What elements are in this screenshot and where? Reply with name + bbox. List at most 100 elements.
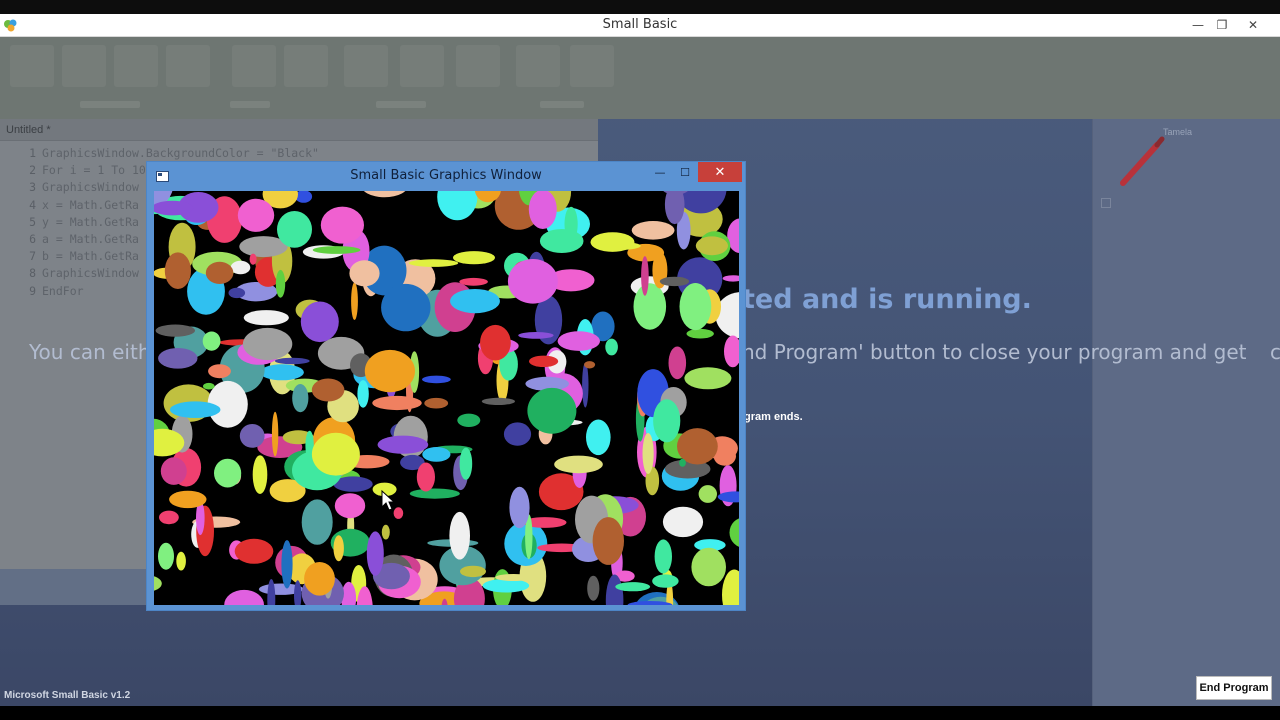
ribbon-group-label [230,101,270,108]
graduate-icon[interactable] [516,45,560,87]
restore-button[interactable]: ❐ [1210,14,1234,36]
drawn-ellipse [481,397,515,405]
drawn-ellipse [208,364,231,379]
drawn-ellipse [528,191,557,229]
drawn-ellipse [234,538,274,564]
drawn-ellipse [453,251,495,265]
drawn-ellipse [249,253,257,265]
drawn-ellipse [662,506,704,538]
graphics-window-title-bar[interactable]: Small Basic Graphics Window — ☐ ✕ [147,162,745,190]
paste-icon[interactable] [456,45,500,87]
drawn-ellipse [275,269,286,298]
drawn-ellipse [729,518,739,547]
editor-tab-label: Untitled * [6,124,51,136]
drawn-ellipse [509,486,530,529]
drawn-ellipse [230,260,251,275]
drawn-ellipse [301,499,333,545]
close-button[interactable]: ✕ [1241,14,1265,36]
drawn-ellipse [228,287,246,299]
drawn-ellipse [363,191,406,198]
new-icon[interactable] [10,45,54,87]
drawn-ellipse [320,206,364,244]
ribbon-group-label [540,101,584,108]
drawn-ellipse [181,232,192,256]
save-icon[interactable] [114,45,158,87]
drawn-ellipse [654,539,672,574]
copy-icon[interactable] [400,45,444,87]
minimize-button[interactable]: — [1186,14,1210,36]
drawn-ellipse [239,424,265,448]
drawn-ellipse [495,574,532,581]
running-message-edge: c [1270,340,1280,364]
import-icon[interactable] [232,45,276,87]
graphics-window[interactable]: Small Basic Graphics Window — ☐ ✕ [146,161,746,611]
drawn-ellipse [527,387,577,434]
drawn-ellipse [422,375,451,384]
drawn-ellipse [590,232,635,252]
run-icon[interactable] [570,45,614,87]
drawn-ellipse [503,422,532,446]
graphics-minimize-button[interactable]: — [648,162,672,182]
drawn-ellipse [684,367,732,390]
end-program-button[interactable]: End Program [1196,676,1272,700]
save-as-icon[interactable] [166,45,210,87]
drawn-ellipse [507,259,558,304]
drawn-ellipse [679,283,712,331]
drawn-ellipse [642,433,654,474]
code-text: GraphicsWindow [42,266,139,281]
drawn-ellipse [170,401,221,418]
drawn-ellipse [202,331,221,351]
line-number: 2 [29,163,36,178]
drawn-ellipse [242,327,293,361]
drawn-ellipse [449,511,471,560]
bottom-strip [0,706,1280,720]
drawn-ellipse [169,490,207,509]
cut-icon[interactable] [344,45,388,87]
drawn-ellipse [695,236,729,256]
editor-tab[interactable]: Untitled * [0,119,598,141]
ellipse-drawing [154,191,739,605]
drawn-ellipse [252,455,268,494]
drawn-ellipse [176,551,186,571]
drawn-ellipse [615,582,651,592]
drawn-ellipse [311,378,345,402]
drawn-ellipse [722,569,739,605]
pencil-icon [1120,136,1165,186]
drawn-ellipse [409,488,460,499]
drawn-ellipse [480,324,511,361]
drawn-ellipse [393,507,404,519]
drawn-ellipse [203,382,215,390]
publish-icon[interactable] [284,45,328,87]
line-number: 8 [29,266,36,281]
graphics-close-button[interactable]: ✕ [698,162,742,182]
drawn-ellipse [460,565,486,578]
drawn-ellipse [357,380,369,408]
line-number: 5 [29,214,36,229]
drawn-ellipse [334,493,366,519]
drawn-ellipse [653,399,681,443]
drawn-ellipse [304,562,335,596]
right-panel: Tamela [1092,119,1280,706]
drawn-ellipse [724,335,739,368]
drawn-ellipse [679,458,686,467]
drawn-ellipse [529,355,559,367]
drawn-ellipse [592,517,624,565]
running-headline: ted and is running. [742,284,1032,315]
drawn-ellipse [267,579,276,605]
graphics-maximize-button[interactable]: ☐ [673,162,697,182]
status-text: Microsoft Small Basic v1.2 [4,690,131,701]
drawn-ellipse [422,447,451,462]
code-text: a = Math.GetRa [42,231,139,246]
drawn-ellipse [274,357,310,365]
drawn-ellipse [333,535,344,562]
drawn-ellipse [631,221,675,240]
drawn-ellipse [311,432,360,476]
drawn-ellipse [155,324,195,337]
top-bar [0,0,1280,14]
drawn-ellipse [584,361,596,369]
graphics-canvas[interactable] [154,191,739,605]
open-icon[interactable] [62,45,106,87]
drawn-ellipse [641,256,649,296]
panel-checkbox[interactable] [1101,198,1111,208]
drawn-ellipse [158,348,198,369]
